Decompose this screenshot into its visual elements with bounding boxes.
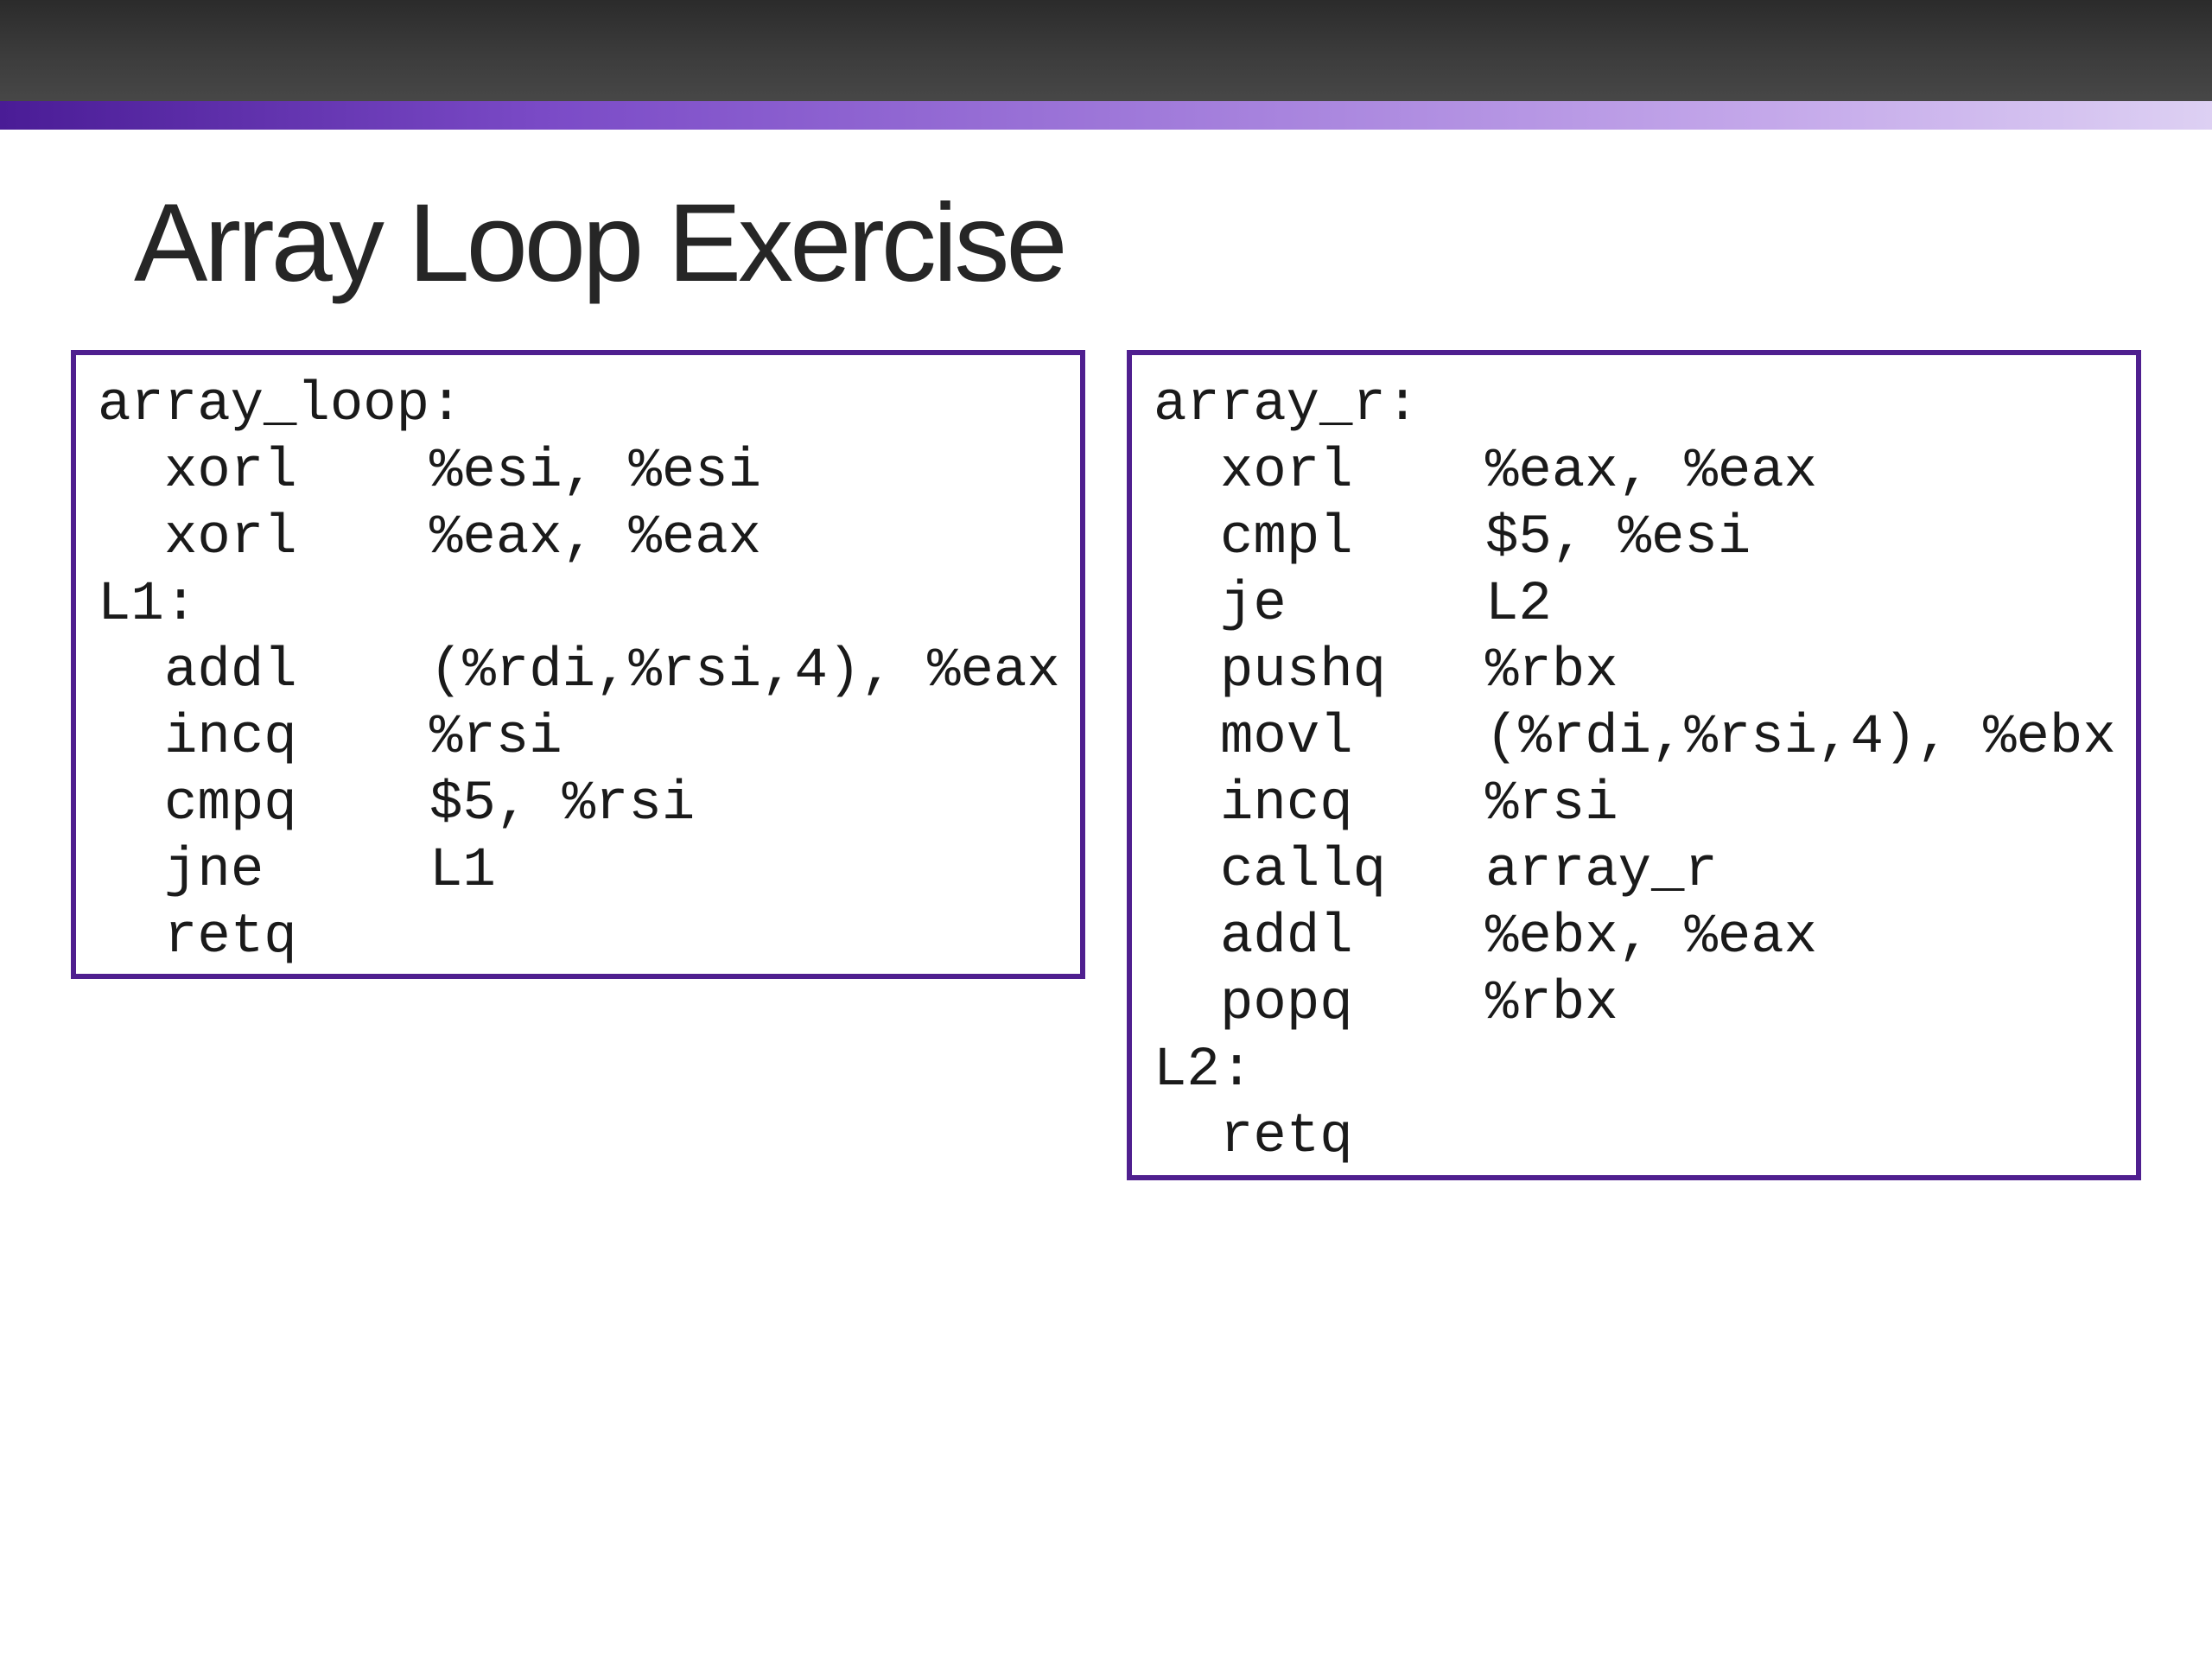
instruction-opcode: xorl [164, 507, 297, 569]
instruction-opcode: addl [164, 640, 297, 702]
header-bar [0, 0, 2212, 101]
code-instruction: xorl %eax, %eax [98, 505, 1080, 572]
code-label: array_r: [1154, 374, 1420, 436]
instruction-opcode: pushq [1220, 640, 1387, 702]
slide: Array Loop Exercise array_loop: xorl %esi… [0, 0, 2212, 1659]
instruction-operands: %ebx, %eax [1485, 906, 1818, 969]
instruction-operands: array_r [1485, 840, 1718, 902]
code-instruction: retq [98, 905, 1080, 971]
instruction-operands: %rbx [1485, 973, 1618, 1035]
instruction-operands: (%rdi,%rsi,4), %ebx [1485, 707, 2116, 769]
instruction-opcode: incq [164, 707, 297, 769]
code-label: L1: [98, 574, 198, 636]
instruction-operands: (%rdi,%rsi,4), %eax [429, 640, 1060, 702]
instruction-operands: %rsi [1485, 773, 1618, 836]
instruction-operands: %rbx [1485, 640, 1618, 702]
code-instruction: xorl %eax, %eax [1154, 439, 2136, 505]
instruction-opcode: cmpl [1220, 507, 1353, 569]
instruction-opcode: xorl [1220, 441, 1353, 503]
array-loop-code-box: array_loop: xorl %esi, %esi xorl %eax, %ea… [71, 350, 1085, 979]
instruction-operands: %rsi [429, 707, 563, 769]
instruction-operands: L1 [429, 840, 496, 902]
code-instruction: addl %ebx, %eax [1154, 905, 2136, 971]
instruction-opcode: retq [1220, 1106, 1353, 1168]
code-instruction: incq %rsi [1154, 772, 2136, 838]
code-instruction: movl (%rdi,%rsi,4), %ebx [1154, 705, 2136, 772]
instruction-opcode: je [1220, 574, 1287, 636]
code-instruction: popq %rbx [1154, 971, 2136, 1038]
instruction-opcode: popq [1220, 973, 1353, 1035]
instruction-opcode: incq [1220, 773, 1353, 836]
instruction-opcode: jne [164, 840, 264, 902]
code-label: array_loop: [98, 374, 463, 436]
instruction-operands: %eax, %eax [429, 507, 762, 569]
code-instruction: callq array_r [1154, 838, 2136, 905]
instruction-opcode: xorl [164, 441, 297, 503]
instruction-opcode: movl [1220, 707, 1353, 769]
code-instruction: cmpq $5, %rsi [98, 772, 1080, 838]
code-instruction: cmpl $5, %esi [1154, 505, 2136, 572]
slide-title: Array Loop Exercise [134, 181, 1067, 305]
instruction-operands: %esi, %esi [429, 441, 762, 503]
code-instruction: retq [1154, 1104, 2136, 1171]
code-instruction: xorl %esi, %esi [98, 439, 1080, 505]
instruction-opcode: retq [164, 906, 297, 969]
code-instruction: je L2 [1154, 572, 2136, 639]
instruction-operands: %eax, %eax [1485, 441, 1818, 503]
code-instruction: incq %rsi [98, 705, 1080, 772]
code-instruction: addl (%rdi,%rsi,4), %eax [98, 639, 1080, 705]
instruction-operands: $5, %rsi [429, 773, 696, 836]
code-instruction: pushq %rbx [1154, 639, 2136, 705]
instruction-opcode: callq [1220, 840, 1387, 902]
instruction-operands: L2 [1485, 574, 1552, 636]
instruction-operands: $5, %esi [1485, 507, 1751, 569]
array-r-code-box: array_r: xorl %eax, %eax cmpl $5, %esi je L… [1127, 350, 2141, 1180]
accent-gradient-bar [0, 101, 2212, 130]
code-label: L2: [1154, 1039, 1254, 1102]
instruction-opcode: cmpq [164, 773, 297, 836]
code-instruction: jne L1 [98, 838, 1080, 905]
instruction-opcode: addl [1220, 906, 1353, 969]
